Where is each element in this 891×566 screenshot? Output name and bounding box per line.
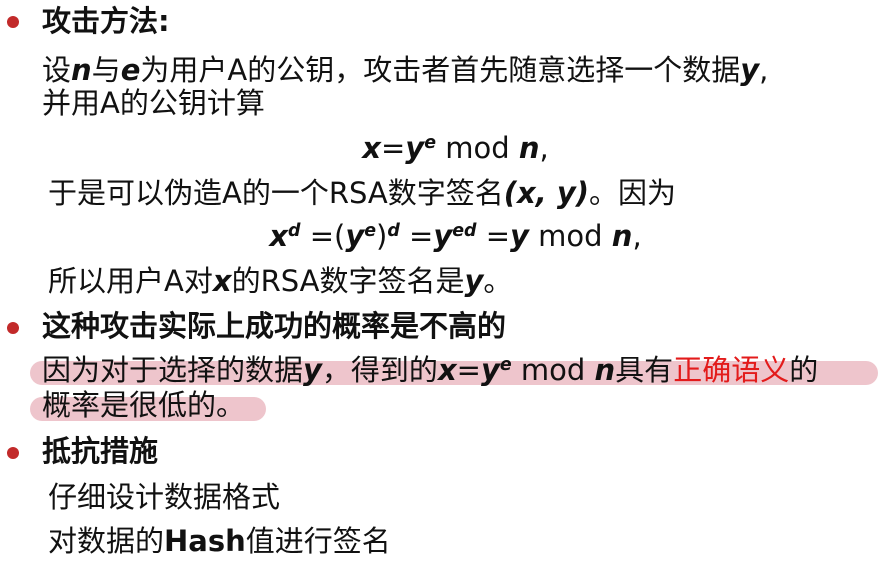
emphasis-text: 正确语义 <box>673 353 790 387</box>
bullet-dot <box>7 322 19 334</box>
method-line-2: 并用A的公钥计算 <box>42 86 265 120</box>
section-title-attack-method: 攻击方法: <box>42 4 170 38</box>
bullet-dot <box>7 447 19 459</box>
formula-1: x=ye mod n, <box>362 131 549 165</box>
countermeasure-item-2: 对数据的Hash值进行签名 <box>48 524 391 558</box>
section-title-success-rate: 这种攻击实际上成功的概率是不高的 <box>42 309 507 343</box>
countermeasure-item-1: 仔细设计数据格式 <box>48 480 281 514</box>
method-line-4: 所以用户A对x的RSA数字签名是y。 <box>48 264 513 298</box>
method-line-1: 设n与e为用户A的公钥，攻击者首先随意选择一个数据y, <box>42 53 769 87</box>
method-line-3: 于是可以伪造A的一个RSA数字签名(x, y)。因为 <box>48 176 677 210</box>
success-line-1: 因为对于选择的数据y，得到的x=ye mod n具有正确语义的 <box>42 353 819 387</box>
bullet-dot <box>7 16 19 28</box>
formula-2: xd =(ye)d =yed =y mod n, <box>269 219 642 253</box>
success-line-2: 概率是很低的。 <box>42 388 246 422</box>
section-title-countermeasures: 抵抗措施 <box>42 434 159 468</box>
